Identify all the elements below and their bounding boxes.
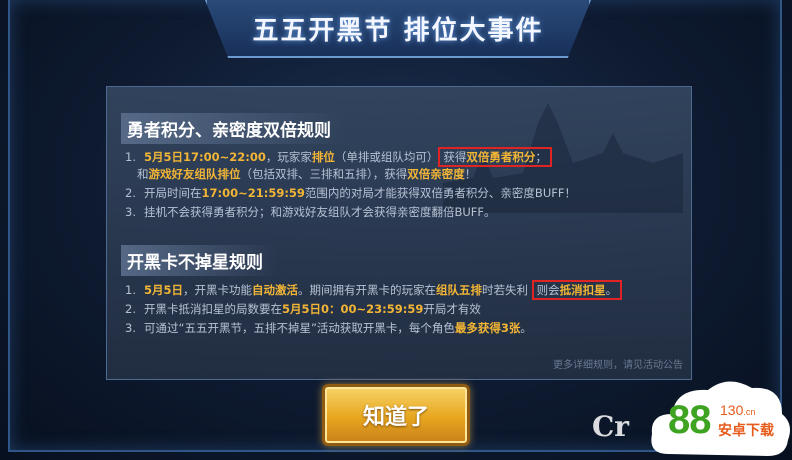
rule-text: 。 [605,283,618,297]
rule-highlight: 双倍勇者积分 [466,150,536,164]
watermark-text: Cr [592,410,630,443]
rule-double-1-cont: 和游戏好友组队排位（包括双排、三排和五排），获得双倍亲密度！ [137,167,681,182]
rule-text: （包括双排、三排和五排），获得 [240,167,408,181]
dialog-title: 五五开黑节 排位大事件 [252,15,544,46]
rule-number: 2. [125,302,136,316]
rule-highlight: 最多获得3张 [454,321,521,335]
rule-highlight: 5月5日0：00~23:59:59 [281,302,424,316]
site-logo-subtitle: 安卓下载 [718,423,774,439]
rule-double-3: 3. 挂机不会获得勇者积分；和游戏好友组队才会获得亲密度翻倍BUFF。 [125,205,681,220]
rule-text: ，开黑卡功能 [183,283,252,297]
site-logo-suffix-num: 130 [720,402,744,418]
rule-text: 和 [137,167,149,181]
rule-number: 1. [125,283,136,297]
rule-text: 时若失利 [482,283,528,297]
rule-text: 可通过“五五开黑节，五排不掉星”活动获取开黑卡，每个角色 [143,321,455,335]
rule-number: 3. [125,321,136,335]
rule-text: ，玩家家 [265,150,312,164]
rule-card-3: 3. 可通过“五五开黑节，五排不掉星”活动获取开黑卡，每个角色最多获得3张。 [125,321,681,336]
rule-number: 3. [125,205,136,219]
rule-card-2: 2. 开黑卡抵消扣星的局数要在5月5日0：00~23:59:59开局才有效 [125,302,681,317]
rule-date: 5月5日 [143,283,183,297]
site-logo-suffix: 130.cn [720,402,755,418]
rule-card-1: 1. 5月5日，开黑卡功能自动激活。期间拥有开黑卡的玩家在组队五排时若失利 则会抵… [125,280,681,300]
rule-highlight: 抵消扣星 [559,283,606,297]
ok-button[interactable]: 知道了 [322,384,470,446]
rule-highlight: 排位 [311,150,335,164]
rule-highlight: 游戏好友组队排位 [148,167,241,181]
rule-text: 开局时间在 [143,186,202,200]
section-title-card: 开黑卡不掉星规则 [121,245,277,276]
highlight-box: 则会抵消扣星。 [531,280,623,300]
rule-highlight: 17:00~21:59:59 [201,186,305,200]
rule-date: 5月5日17:00~22:00 [143,150,266,164]
rule-text: ！ [464,167,477,181]
site-logo-domain: .cn [743,407,756,417]
highlight-box: 获得双倍勇者积分； [438,147,552,167]
footnote-text: 更多详细规则，请见活动公告 [553,360,683,371]
rule-number: 1. [125,150,136,164]
rule-text: 开黑卡抵消扣星的局数要在 [143,302,282,316]
rules-panel: 勇者积分、亲密度双倍规则 1. 5月5日17:00~22:00，玩家家排位（单排或… [106,86,692,380]
rule-text: （单排或组队均可） [334,150,439,164]
rule-text: ； [535,150,547,164]
rule-highlight: 自动激活 [252,283,298,297]
rule-text: 范围内的对局才能获得双倍勇者积分、亲密度BUFF！ [304,186,576,200]
rule-double-1: 1. 5月5日17:00~22:00，玩家家排位（单排或组队均可） 获得双倍勇者积分… [125,147,681,167]
rule-text: 则会 [536,283,560,297]
dialog-title-bar: 五五开黑节 排位大事件 [205,0,591,58]
rule-double-2: 2. 开局时间在17:00~21:59:59范围内的对局才能获得双倍勇者积分、亲密… [125,186,681,201]
site-logo-number: 88 [668,398,711,442]
rule-text: 获得 [443,150,467,164]
rule-text: 。期间拥有开黑卡的玩家在 [298,283,436,297]
rule-number: 2. [125,186,136,200]
ok-button-label: 知道了 [362,405,429,430]
rule-highlight: 双倍亲密度 [407,167,465,181]
section-title-double: 勇者积分、亲密度双倍规则 [121,113,345,144]
rule-text: 。 [520,321,532,335]
rule-text: 开局才有效 [423,302,481,316]
rule-text: 挂机不会获得勇者积分；和游戏好友组队才会获得亲密度翻倍BUFF。 [143,205,496,219]
rule-highlight: 组队五排 [436,283,482,297]
